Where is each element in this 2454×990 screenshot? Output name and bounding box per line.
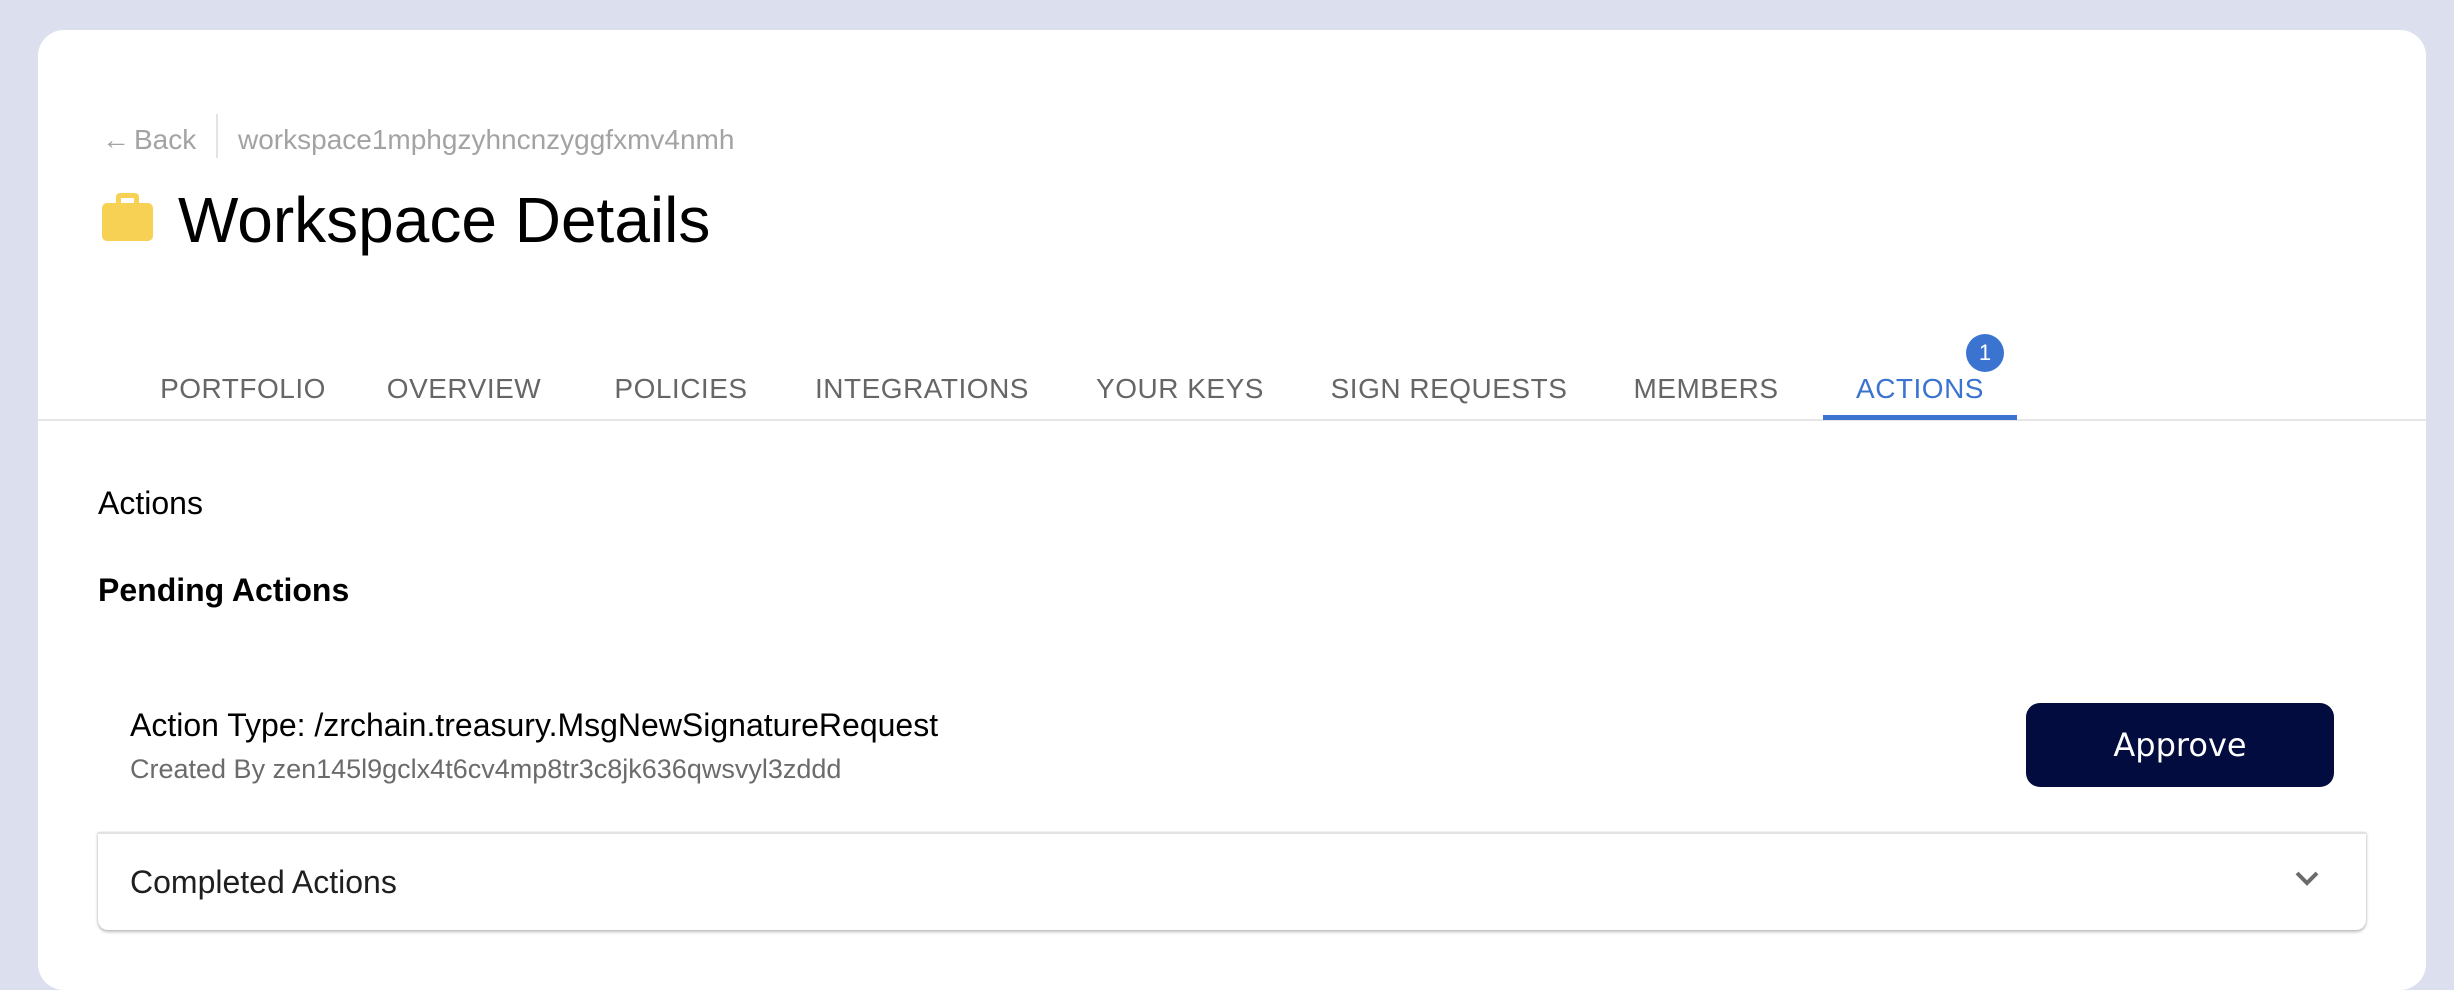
- back-label: Back: [134, 124, 197, 155]
- chevron-down-icon[interactable]: [2294, 870, 2320, 888]
- tab-overview[interactable]: OVERVIEW: [378, 330, 550, 448]
- active-tab-indicator: [1823, 415, 2017, 420]
- workspace-card: ← Back workspace1mphgzyhncnzyggfxmv4nmh …: [38, 30, 2426, 990]
- tab-sign-requests[interactable]: SIGN REQUESTS: [1318, 330, 1580, 448]
- briefcase-icon: [102, 193, 153, 241]
- pending-action-creator: Created By zen145l9gclx4t6cv4mp8tr3c8jk6…: [130, 754, 842, 784]
- page-title: Workspace Details: [178, 184, 711, 256]
- tab-your-keys[interactable]: YOUR KEYS: [1083, 330, 1277, 448]
- section-title: Actions: [98, 485, 203, 521]
- arrow-left-icon: ←: [102, 124, 130, 155]
- tab-members[interactable]: MEMBERS: [1620, 330, 1792, 448]
- completed-actions-label: Completed Actions: [130, 864, 397, 900]
- pending-action-type: Action Type: /zrchain.treasury.MsgNewSig…: [130, 707, 939, 743]
- completed-actions-accordion[interactable]: Completed Actions: [98, 832, 2366, 930]
- tab-policies[interactable]: POLICIES: [601, 330, 761, 448]
- tab-bar: PORTFOLIO OVERVIEW POLICIES INTEGRATIONS…: [38, 330, 2426, 450]
- pending-actions-heading: Pending Actions: [98, 572, 350, 608]
- tab-integrations[interactable]: INTEGRATIONS: [801, 330, 1043, 448]
- back-link[interactable]: ← Back: [102, 120, 196, 160]
- tab-portfolio[interactable]: PORTFOLIO: [148, 330, 338, 448]
- actions-count-badge: 1: [1966, 334, 2004, 372]
- approve-button[interactable]: Approve: [2026, 703, 2334, 787]
- breadcrumb-divider: [216, 114, 218, 158]
- tabs-divider: [38, 419, 2426, 421]
- breadcrumb-current: workspace1mphgzyhncnzyggfxmv4nmh: [238, 124, 735, 155]
